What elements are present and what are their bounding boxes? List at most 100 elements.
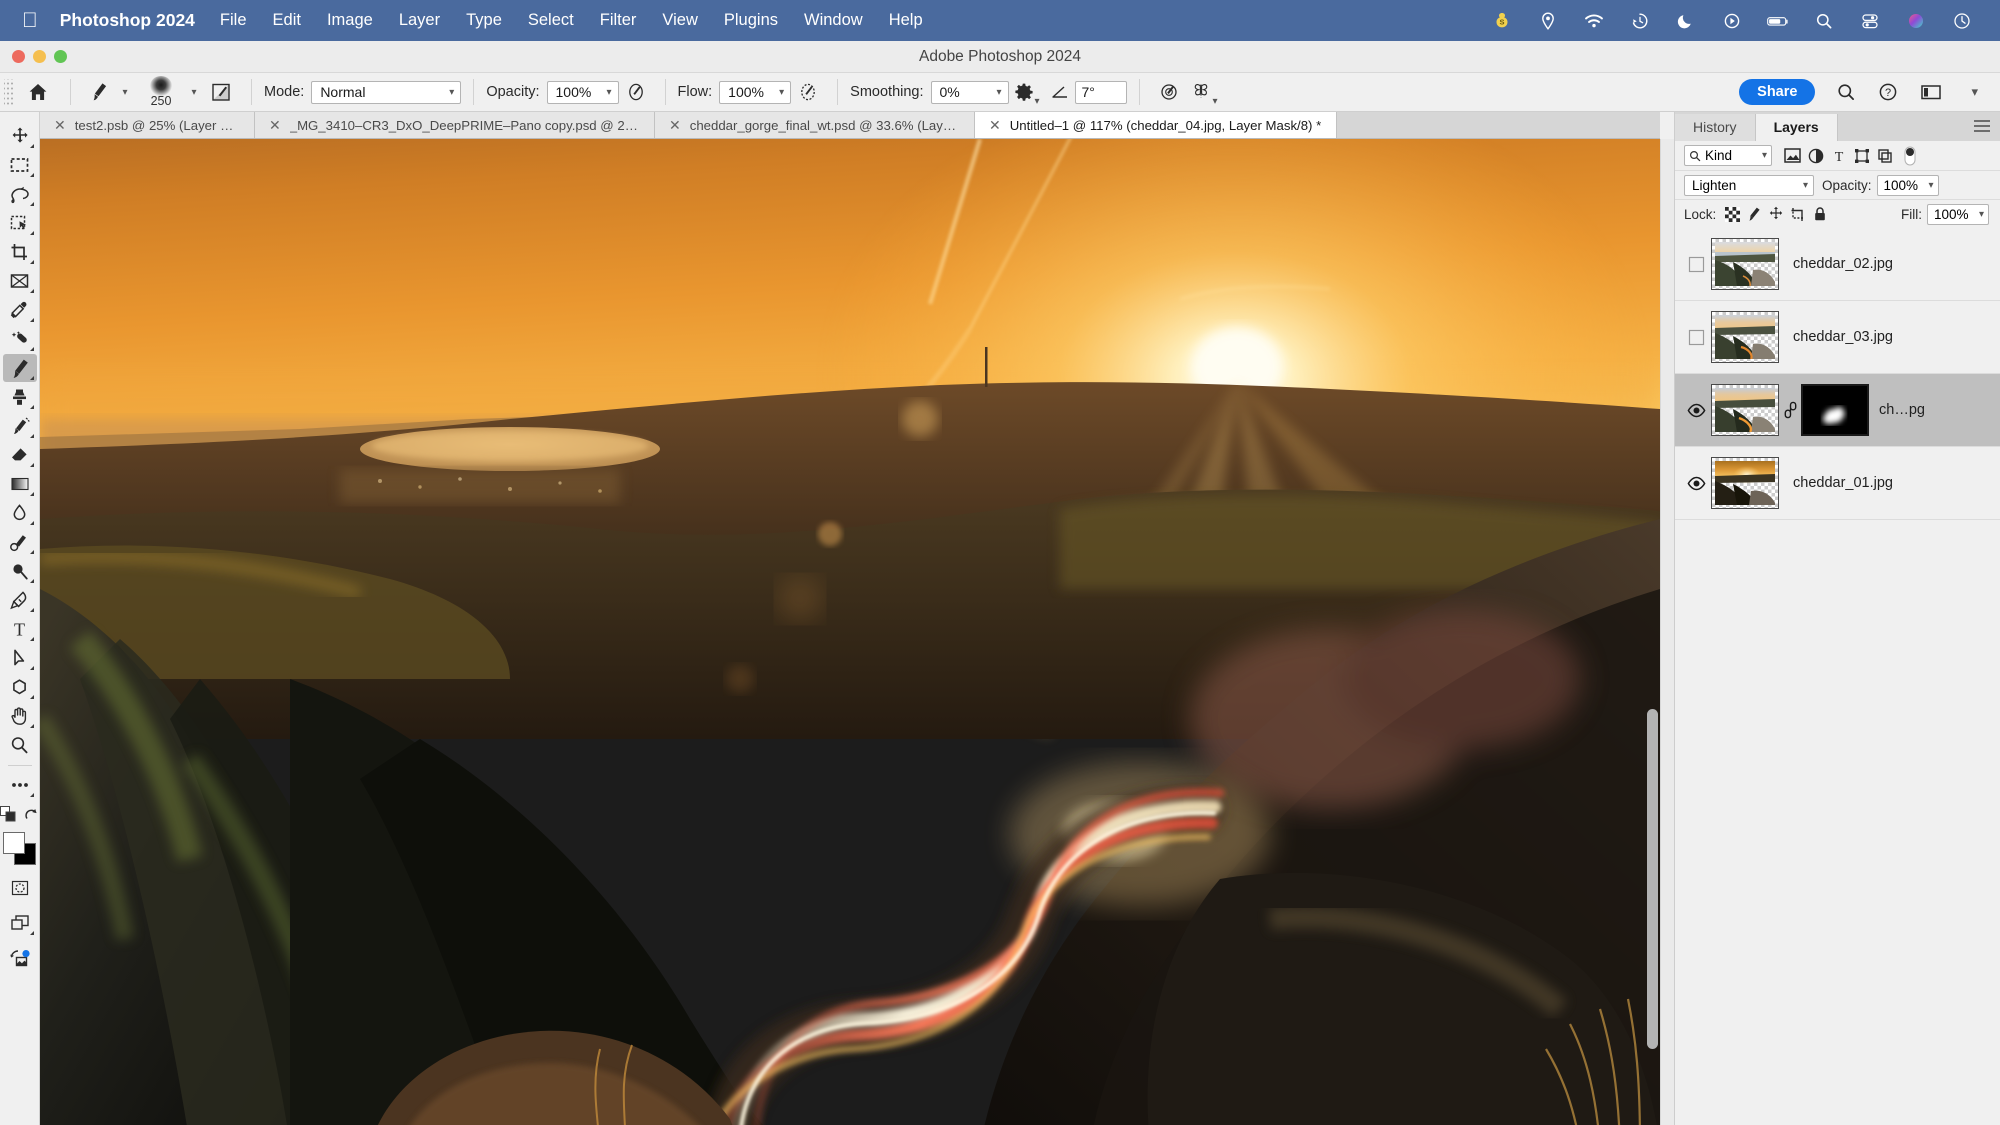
layer-visibility-toggle[interactable]: [1681, 256, 1711, 273]
object-selection-tool[interactable]: [3, 209, 37, 237]
type-tool[interactable]: T: [3, 615, 37, 643]
clone-stamp-tool[interactable]: [3, 383, 37, 411]
tab-history[interactable]: History: [1675, 114, 1756, 141]
help-icon[interactable]: ?: [1877, 77, 1899, 107]
chevron-down-icon[interactable]: ▾: [1971, 84, 1978, 100]
options-bar-grip[interactable]: [4, 79, 14, 105]
share-image-icon[interactable]: [3, 944, 37, 972]
layer-blend-mode-select[interactable]: Lighten ▾: [1684, 174, 1814, 196]
apple-logo-icon[interactable]: : [22, 10, 38, 31]
menu-view[interactable]: View: [662, 11, 697, 30]
play-icon[interactable]: [1720, 9, 1744, 33]
lock-transparent-pixels-icon[interactable]: [1721, 203, 1743, 225]
table-row[interactable]: cheddar_03.jpg: [1675, 301, 2000, 374]
menu-plugins[interactable]: Plugins: [724, 11, 778, 30]
smart-object-filter-icon[interactable]: [1873, 145, 1896, 167]
layer-opacity-input[interactable]: 100% ▾: [1876, 174, 1939, 196]
screen-mode-icon[interactable]: [3, 909, 37, 937]
foreground-color-swatch[interactable]: [2, 832, 25, 854]
brush-angle-icon[interactable]: [1045, 77, 1075, 107]
type-layer-filter-icon[interactable]: T: [1827, 145, 1850, 167]
layer-thumbnail[interactable]: [1711, 384, 1779, 436]
rectangular-marquee-tool[interactable]: [3, 151, 37, 179]
smoothing-input[interactable]: 0% ▾: [930, 80, 1009, 104]
tab-layers[interactable]: Layers: [1755, 114, 1838, 141]
adjustment-layer-filter-icon[interactable]: [1804, 145, 1827, 167]
close-icon[interactable]: ✕: [54, 117, 66, 134]
history-brush-tool[interactable]: [3, 412, 37, 440]
layer-visibility-toggle[interactable]: [1681, 329, 1711, 346]
layer-mask-thumbnail[interactable]: [1801, 384, 1869, 436]
brush-size-chevron-icon[interactable]: ▾: [185, 77, 203, 107]
opacity-input[interactable]: 100% ▾: [546, 80, 619, 104]
lasso-tool[interactable]: [3, 180, 37, 208]
menu-window[interactable]: Window: [804, 11, 863, 30]
layer-visibility-toggle[interactable]: [1681, 403, 1711, 418]
money-icon[interactable]: S: [1490, 9, 1514, 33]
share-button[interactable]: Share: [1739, 79, 1816, 105]
layer-fill-input[interactable]: 100% ▾: [1927, 203, 1989, 225]
table-row[interactable]: cheddar_01.jpg: [1675, 447, 2000, 520]
airbrush-icon[interactable]: [791, 77, 825, 107]
burn-tool[interactable]: [3, 557, 37, 585]
symmetry-butterfly-icon[interactable]: ▾: [1186, 77, 1222, 107]
menu-help[interactable]: Help: [889, 11, 923, 30]
battery-icon[interactable]: [1766, 9, 1790, 33]
move-tool[interactable]: [3, 122, 37, 150]
layer-thumbnail[interactable]: [1711, 311, 1779, 363]
menu-app-name[interactable]: Photoshop 2024: [60, 10, 195, 31]
zoom-tool[interactable]: [3, 731, 37, 759]
clock-icon[interactable]: [1950, 9, 1974, 33]
canvas-area[interactable]: [40, 139, 1660, 1125]
edit-toolbar-button[interactable]: [3, 771, 37, 799]
layer-visibility-toggle[interactable]: [1681, 476, 1711, 491]
layers-list[interactable]: cheddar_02.jpg cheddar_03.jpg ch…pg ched…: [1675, 228, 2000, 1125]
brush-tool[interactable]: [2, 354, 37, 382]
wifi-icon[interactable]: [1582, 9, 1606, 33]
table-row-selected[interactable]: ch…pg: [1675, 374, 2000, 447]
layer-thumbnail[interactable]: [1711, 238, 1779, 290]
search-icon[interactable]: [1835, 77, 1857, 107]
shape-layer-filter-icon[interactable]: [1850, 145, 1873, 167]
workspace-icon[interactable]: [1919, 77, 1943, 107]
frame-tool[interactable]: [3, 267, 37, 295]
eraser-tool[interactable]: [3, 441, 37, 469]
close-icon[interactable]: ✕: [269, 117, 281, 134]
eyedropper-tool[interactable]: [3, 296, 37, 324]
menu-type[interactable]: Type: [466, 11, 502, 30]
close-icon[interactable]: ✕: [669, 117, 681, 134]
document-canvas[interactable]: [40, 139, 1660, 1125]
flow-input[interactable]: 100% ▾: [719, 80, 792, 104]
document-tab-2[interactable]: ✕ _MG_3410–CR3_DxO_DeepPRIME–Pano copy.p…: [255, 112, 655, 138]
home-icon[interactable]: [18, 77, 58, 107]
location-pin-icon[interactable]: [1536, 9, 1560, 33]
brush-panel-icon[interactable]: [203, 77, 239, 107]
menu-layer[interactable]: Layer: [399, 11, 440, 30]
foreground-background-colors[interactable]: [2, 832, 37, 866]
control-center-icon[interactable]: [1858, 9, 1882, 33]
filter-toggle-icon[interactable]: [1898, 145, 1921, 167]
menu-image[interactable]: Image: [327, 11, 373, 30]
lock-image-pixels-icon[interactable]: [1743, 203, 1765, 225]
layer-kind-filter[interactable]: Kind ▾: [1684, 145, 1772, 166]
brush-preset-chevron-icon[interactable]: ▾: [117, 77, 133, 107]
dodge-tool[interactable]: [3, 528, 37, 556]
hand-tool[interactable]: [3, 702, 37, 730]
shape-tool[interactable]: [3, 673, 37, 701]
time-machine-icon[interactable]: [1628, 9, 1652, 33]
quick-mask-icon[interactable]: [3, 874, 37, 902]
canvas-vertical-scrollbar[interactable]: [1647, 709, 1658, 1049]
document-tab-1[interactable]: ✕ test2.psb @ 25% (Layer 6, RGB/1…: [40, 112, 255, 138]
menu-file[interactable]: File: [220, 11, 247, 30]
lock-artboard-nesting-icon[interactable]: [1787, 203, 1809, 225]
menu-filter[interactable]: Filter: [600, 11, 637, 30]
menu-edit[interactable]: Edit: [273, 11, 301, 30]
path-selection-tool[interactable]: [3, 644, 37, 672]
document-tab-4-active[interactable]: ✕ Untitled–1 @ 117% (cheddar_04.jpg, Lay…: [975, 112, 1337, 138]
crop-tool[interactable]: [3, 238, 37, 266]
blend-mode-select[interactable]: Normal ▾: [311, 80, 462, 104]
panel-menu-icon[interactable]: [1973, 119, 1991, 138]
close-icon[interactable]: ✕: [989, 117, 1001, 134]
brush-preset-icon[interactable]: [83, 77, 117, 107]
layer-thumbnail[interactable]: [1711, 457, 1779, 509]
